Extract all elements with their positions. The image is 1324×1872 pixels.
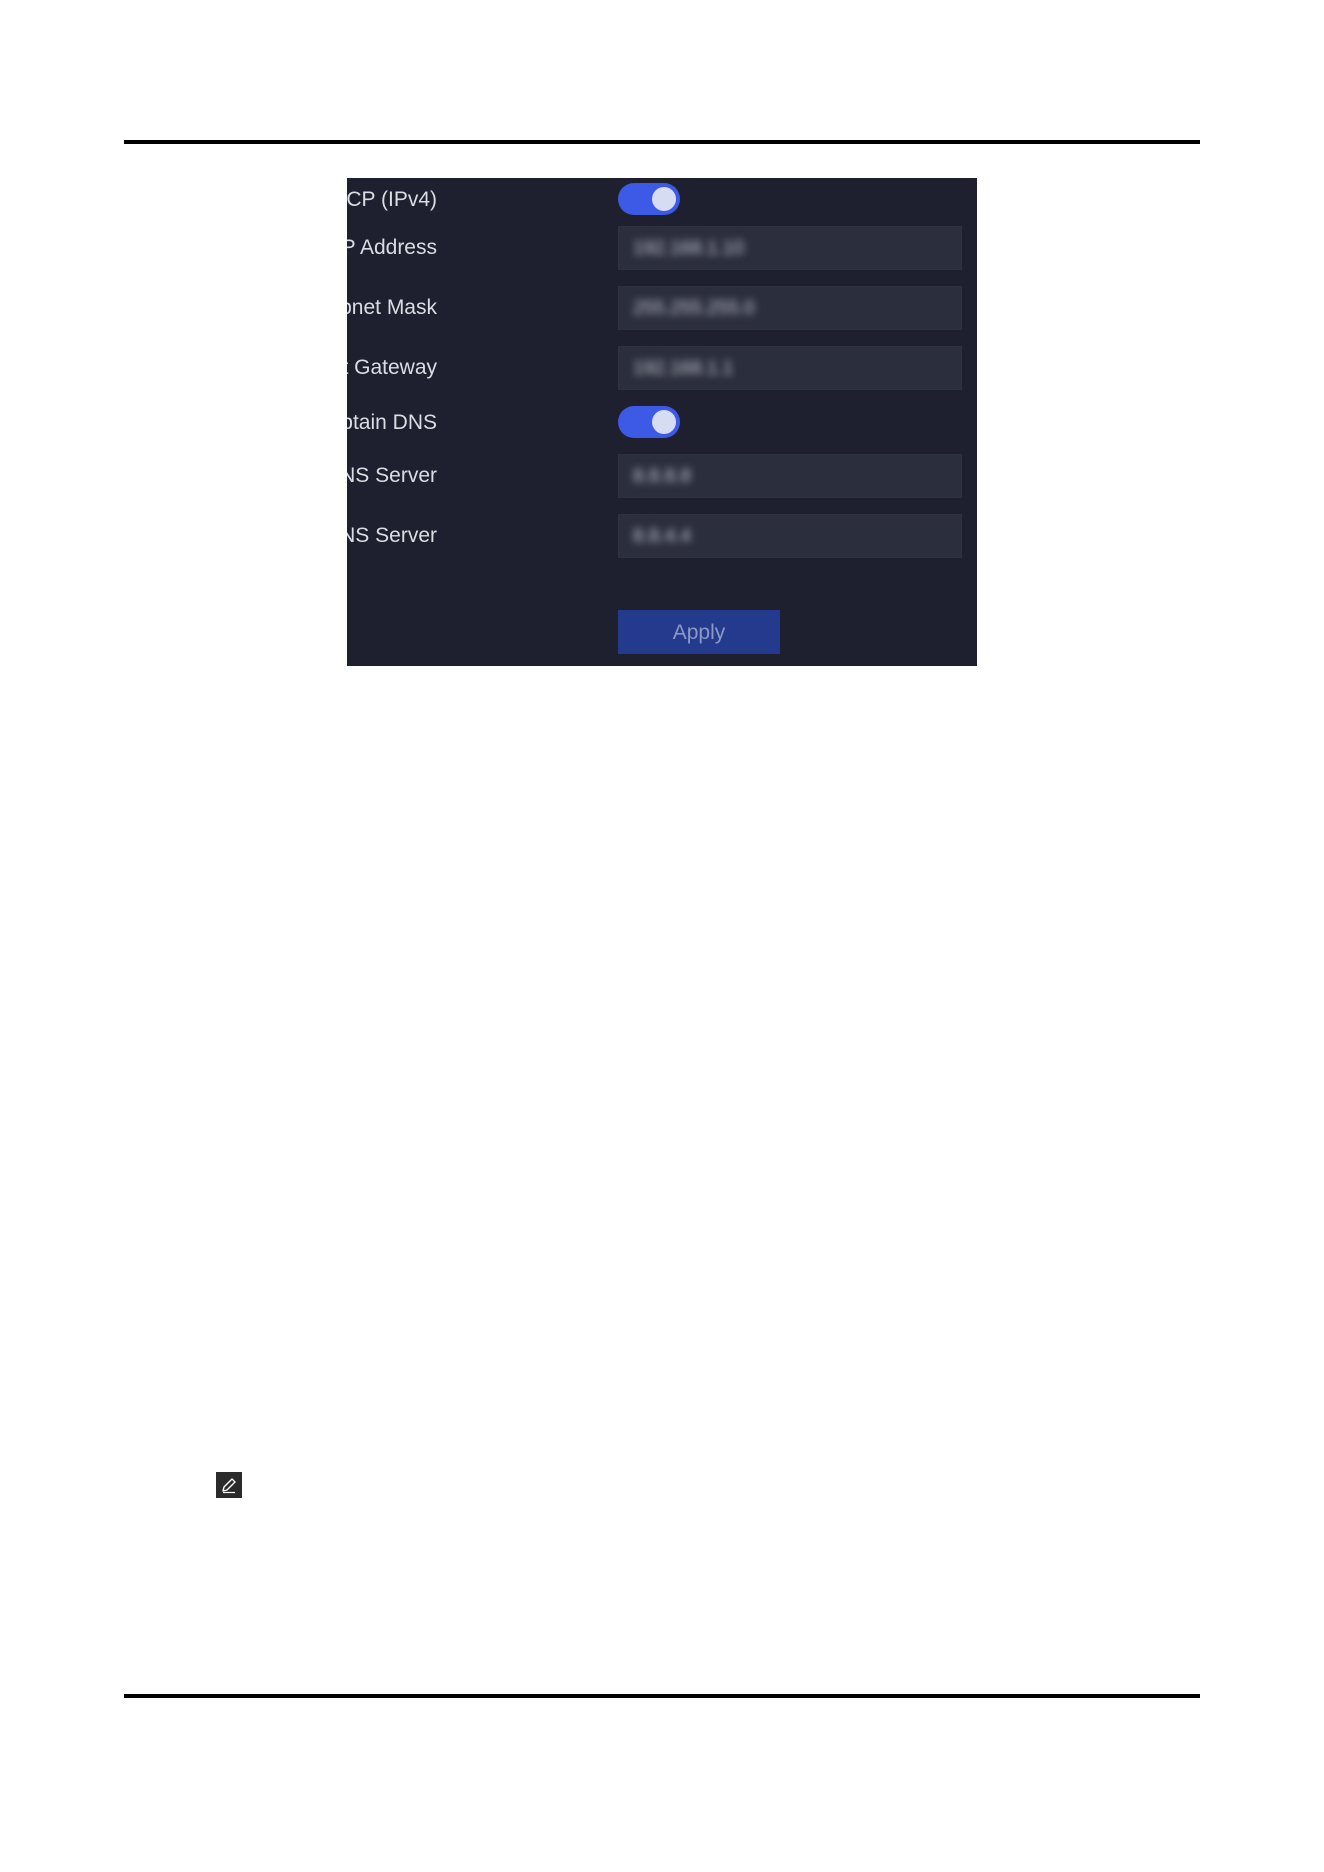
default-gateway-label: Default Gateway bbox=[347, 356, 437, 379]
auto-obtain-dns-toggle[interactable] bbox=[618, 406, 680, 438]
footer-rule bbox=[124, 1694, 1200, 1698]
ip-address-row: IP Address 192.168.1.10 bbox=[347, 226, 977, 270]
apply-button[interactable]: Apply bbox=[618, 610, 780, 654]
pencil-note-icon bbox=[216, 1472, 242, 1498]
alternate-dns-value: 8.8.4.4 bbox=[633, 526, 692, 547]
auto-obtain-dns-label: Auto Obtain DNS bbox=[347, 411, 437, 434]
header-rule bbox=[124, 140, 1200, 144]
preferred-dns-row: Preferred DNS Server 8.8.8.8 bbox=[347, 454, 977, 498]
auto-obtain-dns-toggle-knob bbox=[652, 410, 676, 434]
alternate-dns-label: Alternate DNS Server bbox=[347, 524, 437, 547]
preferred-dns-label: Preferred DNS Server bbox=[347, 464, 437, 487]
default-gateway-value: 192.168.1.1 bbox=[633, 358, 734, 379]
default-gateway-row: Default Gateway 192.168.1.1 bbox=[347, 346, 977, 390]
dhcp-row: DHCP (IPv4) bbox=[347, 183, 977, 227]
subnet-mask-field[interactable]: 255.255.255.0 bbox=[618, 286, 962, 330]
preferred-dns-value: 8.8.8.8 bbox=[633, 466, 692, 487]
subnet-mask-label: Subnet Mask bbox=[347, 296, 437, 319]
subnet-mask-value: 255.255.255.0 bbox=[633, 298, 755, 319]
ip-address-field[interactable]: 192.168.1.10 bbox=[618, 226, 962, 270]
default-gateway-field[interactable]: 192.168.1.1 bbox=[618, 346, 962, 390]
alternate-dns-row: Alternate DNS Server 8.8.4.4 bbox=[347, 514, 977, 558]
preferred-dns-field[interactable]: 8.8.8.8 bbox=[618, 454, 962, 498]
dhcp-toggle[interactable] bbox=[618, 183, 680, 215]
alternate-dns-field[interactable]: 8.8.4.4 bbox=[618, 514, 962, 558]
network-settings-panel: DHCP (IPv4) IP Address 192.168.1.10 Subn… bbox=[347, 178, 977, 666]
pencil-glyph bbox=[222, 1478, 236, 1494]
ip-address-label: IP Address bbox=[347, 236, 437, 259]
dhcp-label: DHCP (IPv4) bbox=[347, 188, 437, 211]
ip-address-value: 192.168.1.10 bbox=[633, 238, 744, 259]
auto-obtain-dns-row: Auto Obtain DNS bbox=[347, 406, 977, 450]
dhcp-toggle-knob bbox=[652, 187, 676, 211]
subnet-mask-row: Subnet Mask 255.255.255.0 bbox=[347, 286, 977, 330]
